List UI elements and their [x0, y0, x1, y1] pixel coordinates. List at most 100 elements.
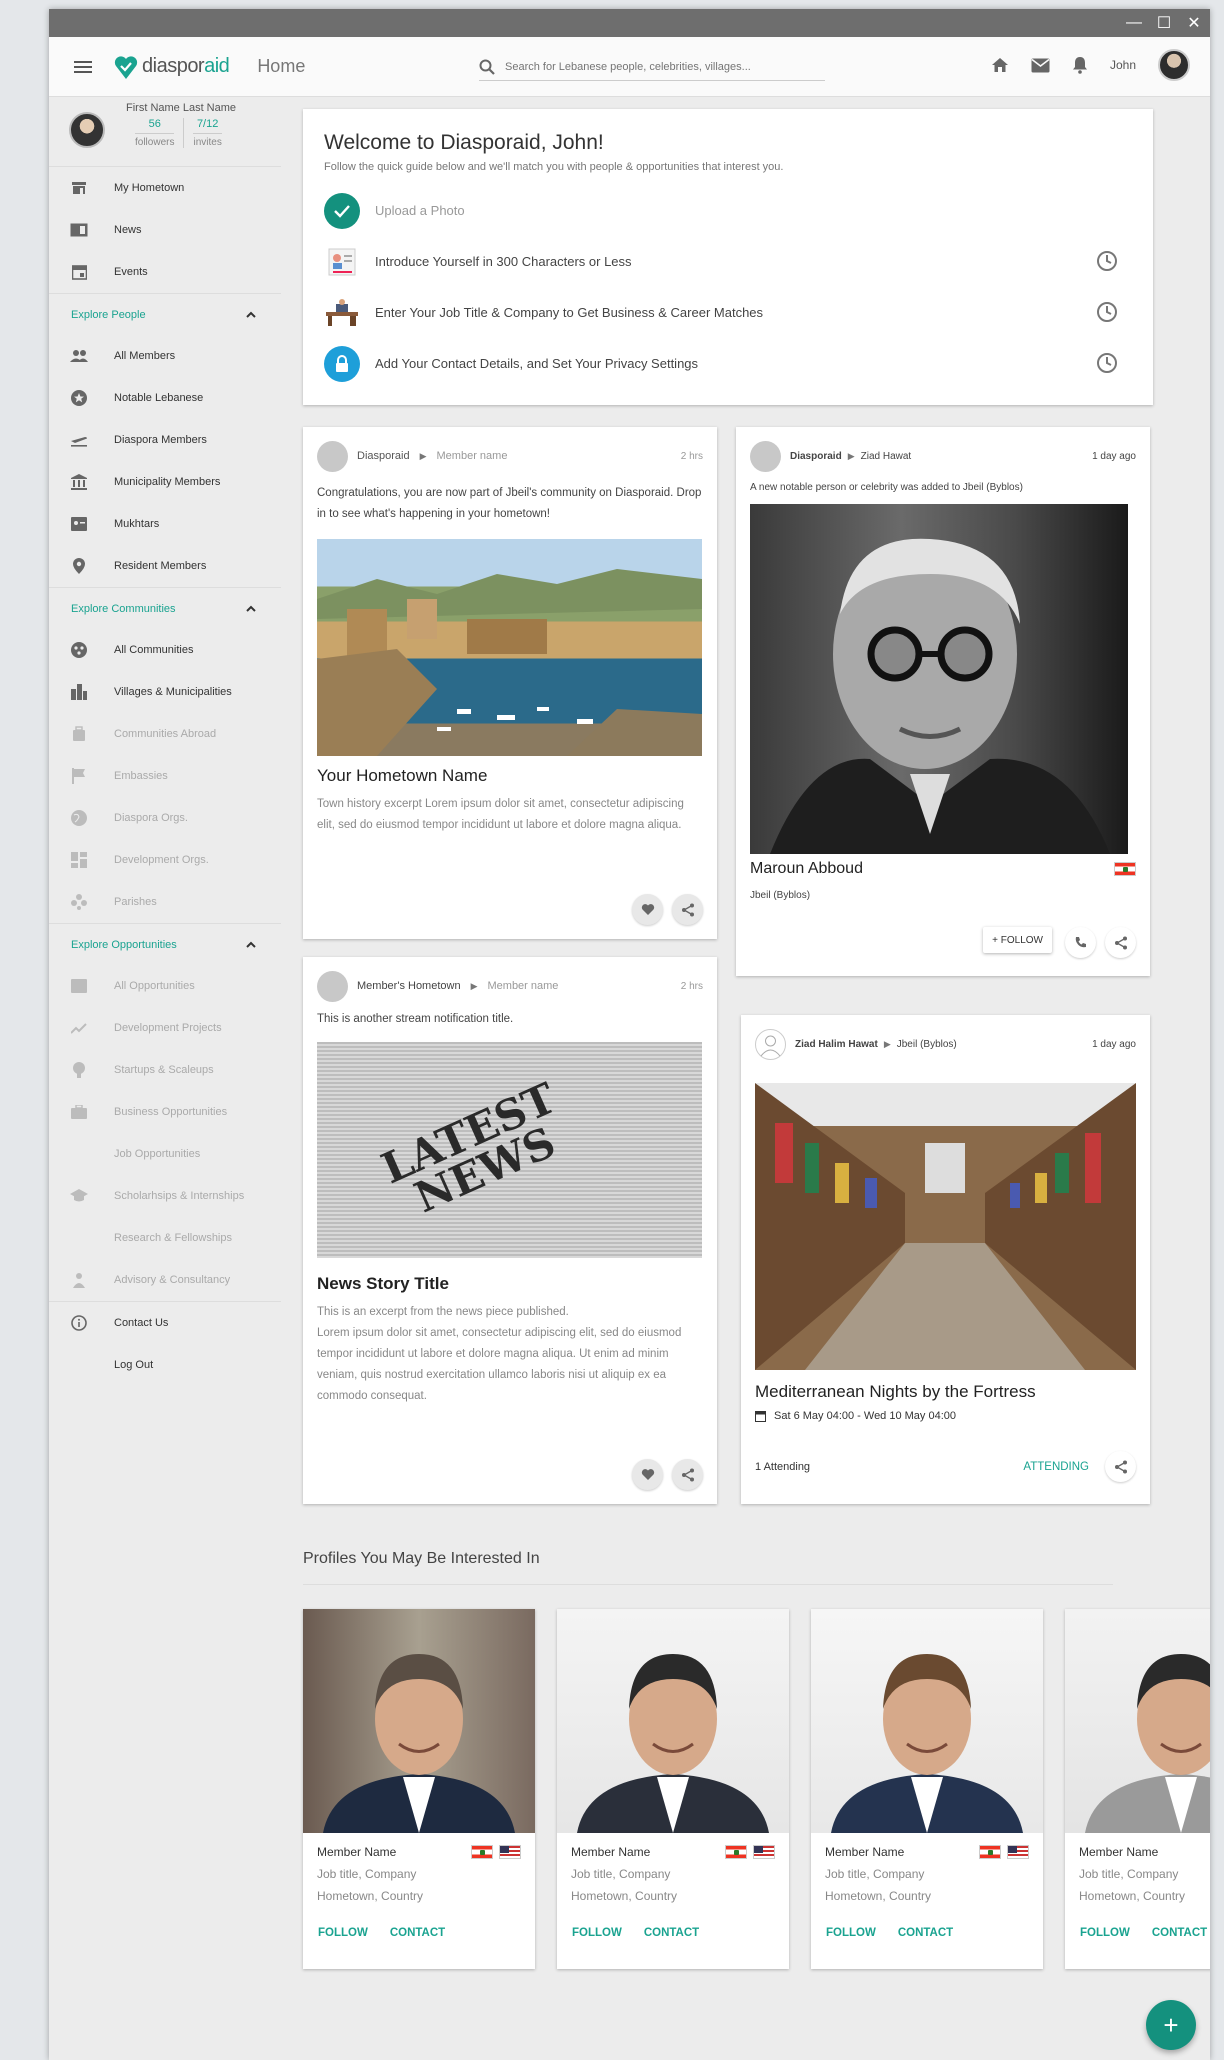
sidebar-item-parishes[interactable]: Parishes	[49, 881, 281, 923]
caret-right-icon: ▶	[419, 450, 427, 461]
post-target[interactable]: Jbeil (Byblos)	[897, 1039, 957, 1050]
contact-button[interactable]: CONTACT	[1152, 1927, 1207, 1939]
mail-icon[interactable]	[1031, 58, 1050, 73]
post-source[interactable]: Ziad Halim Hawat	[795, 1039, 878, 1050]
add-fab-button[interactable]: +	[1146, 2000, 1196, 2050]
profile-card[interactable]: Member Name Job title, Company Hometown, C…	[1065, 1609, 1210, 1969]
avatar[interactable]	[755, 1028, 786, 1060]
notable-person-name[interactable]: Maroun Abboud	[750, 860, 863, 878]
sidebar-item-advisory-consultancy[interactable]: Advisory & Consultancy	[49, 1259, 281, 1301]
post-target[interactable]: Ziad Hawat	[861, 451, 912, 462]
attending-button[interactable]: ATTENDING	[1023, 1461, 1089, 1473]
sidebar-item-development-projects[interactable]: Development Projects	[49, 1007, 281, 1049]
post-target[interactable]: Member name	[488, 980, 559, 992]
hometown-photo[interactable]	[317, 539, 702, 756]
explore-people-header[interactable]: Explore People	[49, 293, 281, 335]
attending-count[interactable]: 1 Attending	[755, 1461, 810, 1473]
sidebar-item-label: Business Opportunities	[114, 1106, 228, 1118]
share-button[interactable]	[672, 1459, 703, 1490]
explore-communities-header[interactable]: Explore Communities	[49, 587, 281, 629]
share-button[interactable]	[672, 894, 703, 925]
advisory-icon	[70, 1271, 88, 1289]
sidebar-item-communities-abroad[interactable]: Communities Abroad	[49, 713, 281, 755]
close-button[interactable]: ✕	[1186, 13, 1202, 33]
profile-card[interactable]: Member Name Job title, Company Hometown, C…	[811, 1609, 1043, 1969]
follow-button[interactable]: FOLLOW	[1080, 1927, 1130, 1939]
sidebar-item-development-orgs[interactable]: Development Orgs.	[49, 839, 281, 881]
followers-stat[interactable]: 56 followers	[126, 118, 185, 148]
profile-card[interactable]: Member Name Job title, Company Hometown, C…	[303, 1609, 535, 1969]
sidebar-item-scholarhsips-internships[interactable]: Scholarhsips & Internships	[49, 1175, 281, 1217]
profile-photo[interactable]	[1065, 1609, 1210, 1833]
logo[interactable]: diasporaid	[114, 54, 230, 80]
sidebar-item-log-out[interactable]: Log Out	[49, 1344, 281, 1386]
sidebar-item-diaspora-orgs[interactable]: Diaspora Orgs.	[49, 797, 281, 839]
guide-step-introduce[interactable]: Introduce Yourself in 300 Characters or …	[324, 236, 1132, 287]
home-icon[interactable]	[991, 57, 1009, 73]
call-button[interactable]	[1065, 927, 1096, 958]
user-name[interactable]: John	[1110, 58, 1136, 72]
sidebar-item-research-fellowships[interactable]: Research & Fellowships	[49, 1217, 281, 1259]
notable-person-photo[interactable]	[750, 504, 1128, 854]
sidebar-item-all-members[interactable]: All Members	[49, 335, 281, 377]
follow-button[interactable]: FOLLOW	[318, 1927, 368, 1939]
post-source[interactable]: Diasporaid	[357, 450, 410, 462]
follow-button[interactable]: FOLLOW	[826, 1927, 876, 1939]
news-photo[interactable]: LATEST NEWS	[317, 1042, 702, 1258]
sidebar-item-all-communities[interactable]: All Communities	[49, 629, 281, 671]
profile-name[interactable]: First Name Last Name	[126, 102, 236, 114]
follow-button[interactable]: + FOLLOW	[983, 927, 1052, 953]
sidebar-item-events[interactable]: Events	[49, 251, 281, 293]
profile-card[interactable]: Member Name Job title, Company Hometown, C…	[557, 1609, 789, 1969]
contact-button[interactable]: CONTACT	[644, 1927, 699, 1939]
avatar[interactable]	[750, 440, 781, 472]
maximize-button[interactable]: ☐	[1156, 13, 1172, 33]
profile-photo[interactable]	[811, 1609, 1043, 1833]
sidebar-item-mukhtars[interactable]: Mukhtars	[49, 503, 281, 545]
avatar[interactable]	[317, 970, 348, 1002]
guide-step-upload-photo[interactable]: Upload a Photo	[324, 185, 1132, 236]
post-title[interactable]: Your Hometown Name	[317, 766, 703, 786]
invites-stat[interactable]: 7/12 invites	[184, 118, 230, 148]
avatar[interactable]	[317, 440, 348, 472]
post-source[interactable]: Diasporaid	[790, 451, 842, 462]
event-title[interactable]: Mediterranean Nights by the Fortress	[755, 1382, 1136, 1402]
sidebar-item-business-opportunities[interactable]: Business Opportunities	[49, 1091, 281, 1133]
bell-icon[interactable]	[1072, 56, 1088, 74]
user-avatar[interactable]	[1158, 49, 1190, 81]
minimize-button[interactable]: —	[1126, 14, 1142, 32]
sidebar-item-my-hometown[interactable]: My Hometown	[49, 167, 281, 209]
post-target[interactable]: Member name	[437, 450, 508, 462]
like-button[interactable]	[632, 894, 663, 925]
sidebar-item-all-opportunities[interactable]: All Opportunities	[49, 965, 281, 1007]
like-button[interactable]	[632, 1459, 663, 1490]
contact-button[interactable]: CONTACT	[898, 1927, 953, 1939]
hamburger-menu-icon[interactable]	[74, 60, 92, 73]
explore-opportunities-header[interactable]: Explore Opportunities	[49, 923, 281, 965]
sidebar-item-resident-members[interactable]: Resident Members	[49, 545, 281, 587]
sidebar-item-news[interactable]: News	[49, 209, 281, 251]
sidebar-item-contact-us[interactable]: Contact Us	[49, 1302, 281, 1344]
search-input[interactable]	[505, 60, 805, 73]
member-name[interactable]: Member Name	[1079, 1845, 1210, 1859]
sidebar-item-villages-municipalities[interactable]: Villages & Municipalities	[49, 671, 281, 713]
follow-button[interactable]: FOLLOW	[572, 1927, 622, 1939]
sidebar-item-startups-scaleups[interactable]: Startups & Scaleups	[49, 1049, 281, 1091]
profile-avatar[interactable]	[69, 112, 105, 148]
sidebar-item-job-opportunities[interactable]: Job Opportunities	[49, 1133, 281, 1175]
sidebar-item-notable-lebanese[interactable]: Notable Lebanese	[49, 377, 281, 419]
sidebar-item-embassies[interactable]: Embassies	[49, 755, 281, 797]
sidebar-item-diaspora-members[interactable]: Diaspora Members	[49, 419, 281, 461]
share-button[interactable]	[1105, 1451, 1136, 1482]
share-button[interactable]	[1105, 927, 1136, 958]
nationality-flags	[979, 1845, 1029, 1859]
profile-photo[interactable]	[557, 1609, 789, 1833]
post-title[interactable]: News Story Title	[317, 1274, 703, 1294]
guide-step-contact-details[interactable]: Add Your Contact Details, and Set Your P…	[324, 338, 1132, 389]
event-photo[interactable]	[755, 1083, 1136, 1370]
guide-step-job-title[interactable]: Enter Your Job Title & Company to Get Bu…	[324, 287, 1132, 338]
sidebar-item-municipality-members[interactable]: Municipality Members	[49, 461, 281, 503]
profile-photo[interactable]	[303, 1609, 535, 1833]
post-source[interactable]: Member's Hometown	[357, 980, 461, 992]
contact-button[interactable]: CONTACT	[390, 1927, 445, 1939]
